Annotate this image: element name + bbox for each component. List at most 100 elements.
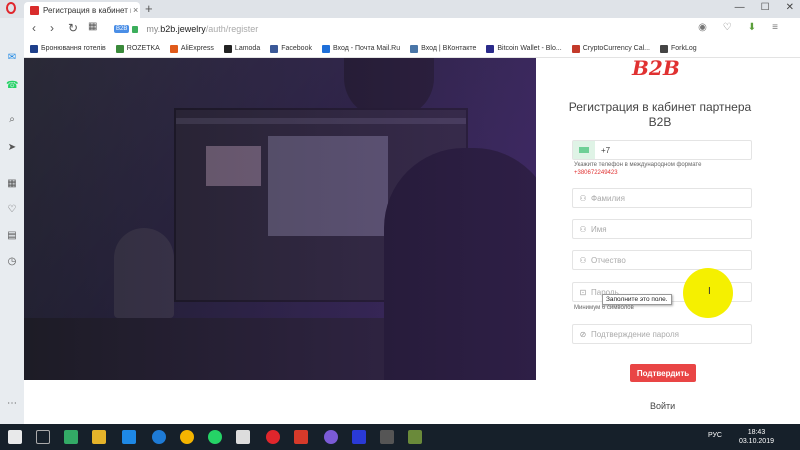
heart-icon[interactable]: ♡	[6, 204, 18, 216]
bookmark-favicon-icon	[115, 44, 124, 53]
confirm-placeholder: Подтверждение пароля	[591, 329, 679, 339]
close-window-icon[interactable]: ✕	[786, 2, 794, 13]
whatsapp-icon[interactable]: ☎	[6, 80, 18, 92]
bookmark-label: ROZETKA	[126, 45, 160, 52]
app2-icon[interactable]	[408, 430, 422, 444]
menu-icon[interactable]: ≡	[772, 22, 778, 33]
bookmark-item[interactable]: AliExpress	[169, 44, 214, 53]
tab-bar: Регистрация в кабинет па × + — ☐ ✕	[0, 0, 800, 18]
lock-icon: ⊡	[579, 287, 587, 297]
address-right-icons: ◉ ♡ ⬇ ≡	[698, 22, 778, 33]
url-path: /auth/register	[205, 24, 259, 34]
patronymic-field[interactable]: ⚇ Отчество	[572, 250, 752, 270]
whatsapp-taskbar-icon[interactable]	[208, 430, 222, 444]
confirm-password-field[interactable]: ⊘ Подтверждение пароля	[572, 324, 752, 344]
submit-button[interactable]: Подтвердить	[630, 364, 696, 382]
url-field[interactable]: B2B my. b2b.jewelry /auth/register	[114, 20, 684, 38]
bookmark-item[interactable]: Вход | ВКонтакте	[410, 44, 477, 53]
hero-image	[24, 58, 536, 380]
task-view-icon[interactable]	[36, 430, 50, 444]
tab-favicon-icon	[30, 5, 39, 15]
bookmark-favicon-icon	[410, 44, 419, 53]
name-placeholder: Имя	[591, 224, 607, 234]
viber-icon[interactable]	[324, 430, 338, 444]
history-icon[interactable]: ◷	[6, 256, 18, 268]
user-icon: ⚇	[579, 255, 587, 265]
phone-code: +7	[601, 145, 611, 155]
bookmark-item[interactable]: ForkLog	[660, 44, 697, 53]
bookmark-label: Bitcoin Wallet - Blo...	[497, 45, 562, 52]
search-icon[interactable]: ⌕	[6, 114, 18, 126]
bookmark-favicon-icon	[321, 44, 330, 53]
new-tab-button[interactable]: +	[145, 1, 153, 16]
back-icon[interactable]: ‹	[32, 21, 36, 35]
window-controls: — ☐ ✕	[735, 2, 794, 13]
phone-field[interactable]: +7	[572, 140, 752, 160]
eye-off-icon[interactable]: ⊘	[575, 330, 591, 339]
heart-outline-icon[interactable]: ♡	[723, 22, 732, 33]
language-indicator[interactable]: РУС	[708, 432, 722, 439]
chrome-icon[interactable]	[180, 430, 194, 444]
bookmark-favicon-icon	[30, 44, 38, 53]
phone-example: +380672249423	[574, 170, 618, 176]
clock[interactable]: 18:43 03.10.2019	[739, 428, 774, 446]
minimize-icon[interactable]: —	[735, 2, 745, 13]
surname-placeholder: Фамилия	[591, 193, 625, 203]
send-icon[interactable]: ➤	[6, 142, 18, 154]
password-hint: Минимум 6 символов	[574, 305, 634, 311]
bookmark-label: CryptoCurrency Cal...	[582, 45, 650, 52]
maximize-icon[interactable]: ☐	[761, 2, 770, 13]
address-bar-row: ‹ › ↻ ▦ B2B my. b2b.jewelry /auth/regist…	[24, 18, 800, 41]
bookmark-label: Вход | ВКонтакте	[421, 45, 477, 52]
bookmark-item[interactable]: Вход - Почта Mail.Ru	[321, 44, 400, 53]
opera-taskbar-icon[interactable]	[266, 430, 280, 444]
bookmark-item[interactable]: Бронювання готелів	[30, 44, 106, 53]
site-badge: B2B	[114, 25, 130, 33]
more-icon[interactable]: ⋯	[6, 398, 18, 410]
bookmark-item[interactable]: Lamoda	[223, 44, 261, 53]
camera-icon[interactable]: ◉	[698, 22, 707, 33]
surname-field[interactable]: ⚇ Фамилия	[572, 188, 752, 208]
bookmark-favicon-icon	[223, 44, 232, 53]
video-icon[interactable]	[352, 430, 366, 444]
country-flag-icon[interactable]	[573, 141, 595, 159]
phone-hint: Укажите телефон в международном формате	[574, 162, 702, 168]
speed-dial-icon[interactable]: ▦	[6, 178, 18, 190]
pocket-icon[interactable]	[294, 430, 308, 444]
mail-icon[interactable]	[122, 430, 136, 444]
app-icon[interactable]	[236, 430, 250, 444]
bookmark-favicon-icon	[660, 44, 668, 53]
tabs-grid-icon[interactable]: ▦	[88, 21, 97, 32]
windows-taskbar: РУС 18:43 03.10.2019	[0, 424, 800, 450]
bookmark-item[interactable]: CryptoCurrency Cal...	[571, 44, 650, 53]
tab-close-icon[interactable]: ×	[133, 5, 138, 15]
opera-sidebar: ✉ ☎ ⌕ ➤ ▦ ♡ ▤ ◷ ⋯	[0, 18, 24, 424]
user-icon: ⚇	[579, 193, 587, 203]
lock-icon	[132, 25, 139, 33]
forward-icon[interactable]: ›	[50, 21, 54, 35]
bookmark-label: Lamoda	[234, 45, 261, 52]
download-icon[interactable]: ⬇	[748, 22, 756, 33]
clapper-icon[interactable]	[380, 430, 394, 444]
explorer-icon[interactable]	[92, 430, 106, 444]
news-icon[interactable]: ▤	[6, 230, 18, 242]
messenger-icon[interactable]: ✉	[6, 52, 18, 64]
bookmark-item[interactable]: Facebook	[270, 44, 312, 53]
bookmark-label: Бронювання готелів	[41, 45, 106, 52]
reload-icon[interactable]: ↻	[68, 21, 78, 35]
name-field[interactable]: ⚇ Имя	[572, 219, 752, 239]
url-domain: b2b.jewelry	[160, 24, 206, 34]
url-host: my.	[146, 24, 161, 34]
patronymic-placeholder: Отчество	[591, 255, 626, 265]
start-icon[interactable]	[8, 430, 22, 444]
login-link[interactable]: Войти	[650, 401, 675, 411]
register-form: B2B Регистрация в кабинет партнера B2B +…	[536, 58, 800, 424]
bookmark-item[interactable]: ROZETKA	[115, 44, 160, 53]
bookmark-favicon-icon	[486, 44, 495, 53]
tab-register[interactable]: Регистрация в кабинет па ×	[24, 2, 140, 18]
bookmark-item[interactable]: Bitcoin Wallet - Blo...	[486, 44, 562, 53]
bookmark-favicon-icon	[571, 44, 580, 53]
opera-logo-icon[interactable]	[6, 2, 16, 14]
edge-icon[interactable]	[152, 430, 166, 444]
store-icon[interactable]	[64, 430, 78, 444]
